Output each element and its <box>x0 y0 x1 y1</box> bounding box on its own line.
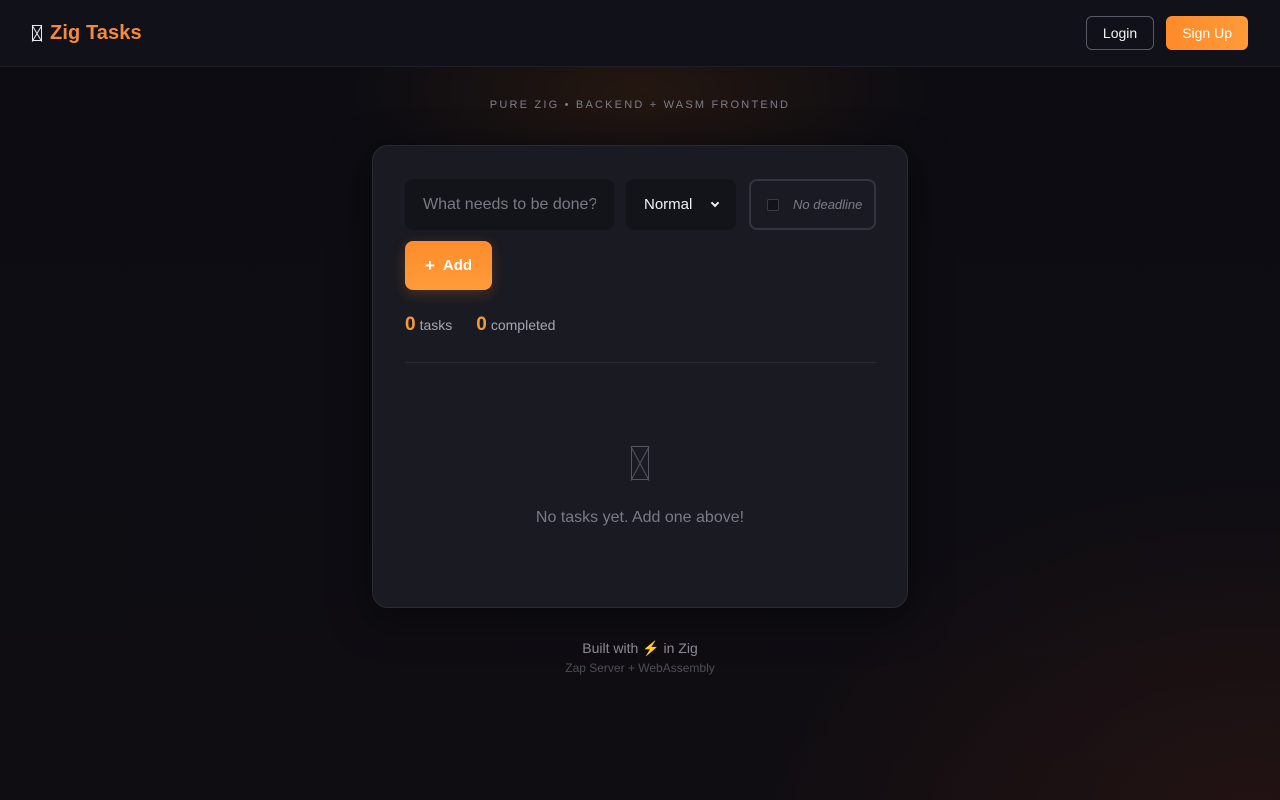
tasks-count: 0 <box>405 314 416 335</box>
completed-count: 0 <box>476 314 487 335</box>
built-prefix: Built with <box>582 640 639 656</box>
deadline-label: No deadline <box>793 197 863 212</box>
built-with: Built with ⚡ in Zig <box>0 640 1280 657</box>
divider <box>405 362 876 363</box>
chevron-down-icon <box>710 198 720 207</box>
priority-select[interactable]: Normal <box>626 179 736 230</box>
completed-label: completed <box>490 317 556 333</box>
priority-value: Normal <box>644 196 693 213</box>
add-label: Add <box>442 257 473 274</box>
task-input[interactable] <box>405 179 614 230</box>
deadline-toggle[interactable]: No deadline <box>749 179 876 230</box>
missing-glyph-icon <box>32 25 42 41</box>
task-card: Normal No deadline + Add 0 tasks 0 compl… <box>372 145 908 608</box>
deadline-checkbox[interactable] <box>767 198 779 211</box>
tasks-label: tasks <box>419 317 453 333</box>
completed-stat: 0 completed <box>476 314 555 336</box>
empty-state-icon <box>631 446 649 480</box>
empty-state-message: No tasks yet. Add one above! <box>535 509 745 526</box>
sign-up-button[interactable]: Sign Up <box>1166 16 1248 50</box>
add-task-button[interactable]: + Add <box>405 241 492 290</box>
built-suffix: in Zig <box>663 640 698 656</box>
top-navbar: Zig Tasks Login Sign Up <box>0 0 1280 67</box>
footer: Built with ⚡ in Zig Zap Server + WebAsse… <box>0 640 1280 675</box>
task-stats: 0 tasks 0 completed <box>405 314 555 336</box>
tasks-stat: 0 tasks <box>405 314 452 336</box>
brand[interactable]: Zig Tasks <box>32 22 142 45</box>
login-button[interactable]: Login <box>1085 16 1155 50</box>
tagline: PURE ZIG • BACKEND + WASM FRONTEND <box>489 99 791 111</box>
plus-icon: + <box>424 255 435 275</box>
lightning-icon: ⚡ <box>642 640 660 656</box>
footer-subtitle: Zap Server + WebAssembly <box>565 661 715 675</box>
app-title: Zig Tasks <box>50 21 142 44</box>
nav-actions: Login Sign Up <box>1085 16 1248 50</box>
